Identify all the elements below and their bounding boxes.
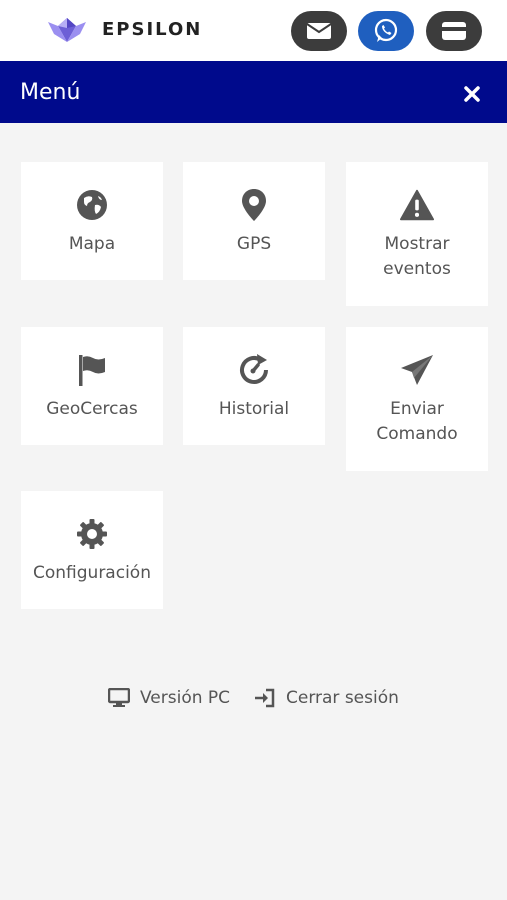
flag-icon xyxy=(75,353,109,387)
whatsapp-button[interactable] xyxy=(358,11,414,51)
send-icon xyxy=(400,353,434,387)
top-header: EPSILON xyxy=(0,0,507,61)
menu-bar: Menú xyxy=(0,61,507,123)
menu-item-geocercas[interactable]: GeoCercas xyxy=(21,327,163,445)
envelope-icon xyxy=(306,23,332,39)
menu-item-configuracion[interactable]: Configuración xyxy=(21,491,163,609)
menu-item-mostrar-eventos[interactable]: Mostrar eventos xyxy=(346,162,488,306)
mail-button[interactable] xyxy=(291,11,347,51)
warning-icon xyxy=(400,188,434,222)
menu-title: Menú xyxy=(20,80,81,105)
version-pc-link[interactable]: Versión PC xyxy=(108,688,230,708)
menu-item-label: Historial xyxy=(218,399,290,419)
history-icon xyxy=(237,353,271,387)
menu-item-label: Configuración xyxy=(33,563,151,583)
logout-link[interactable]: Cerrar sesión xyxy=(254,688,399,708)
card-icon xyxy=(442,22,466,40)
menu-item-mapa[interactable]: Mapa xyxy=(21,162,163,280)
menu-item-enviar-comando[interactable]: Enviar Comando xyxy=(346,327,488,471)
menu-item-label: GeoCercas xyxy=(46,399,138,419)
map-pin-icon xyxy=(237,188,271,222)
menu-item-label: GPS xyxy=(236,234,272,254)
menu-item-label: Mostrar eventos xyxy=(383,234,451,279)
epsilon-logo-icon xyxy=(48,18,86,42)
menu-item-label: Mapa xyxy=(68,234,116,254)
whatsapp-icon xyxy=(374,18,398,42)
monitor-icon xyxy=(108,688,130,707)
brand-name: EPSILON xyxy=(102,19,203,40)
globe-icon xyxy=(75,188,109,222)
logout-label: Cerrar sesión xyxy=(286,688,399,708)
card-button[interactable] xyxy=(426,11,482,51)
sign-out-icon xyxy=(255,688,275,708)
menu-item-gps[interactable]: GPS xyxy=(183,162,325,280)
gear-icon xyxy=(75,517,109,551)
menu-item-label: Enviar Comando xyxy=(376,399,458,444)
menu-item-historial[interactable]: Historial xyxy=(183,327,325,445)
version-pc-label: Versión PC xyxy=(140,688,231,708)
close-icon[interactable] xyxy=(462,84,482,104)
